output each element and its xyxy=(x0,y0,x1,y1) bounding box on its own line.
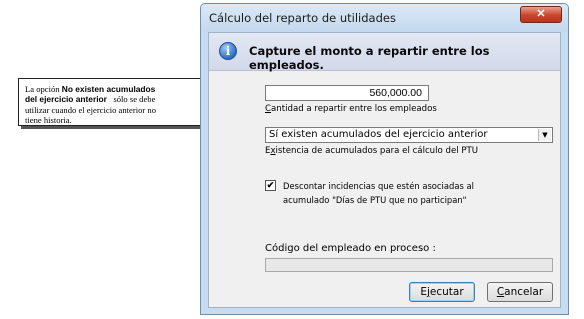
note-line-1: La opción No existen acumulados xyxy=(25,84,194,94)
note-text: La opción xyxy=(25,84,62,94)
note-bold-text: del ejercicio anterior xyxy=(25,94,107,105)
existence-label: Existencia de acumulados para el cálculo… xyxy=(265,146,478,156)
process-label: Código del empleado en proceso : xyxy=(265,243,436,254)
note-line-4: tiene historia. xyxy=(25,114,72,125)
button-text: ancelar xyxy=(504,286,544,298)
label-text: antidad a repartir entre los empleados xyxy=(271,104,437,114)
header-text: Capture el monto a repartir entre los em… xyxy=(249,44,490,72)
title-bar[interactable]: Cálculo del reparto de utilidades ✕ xyxy=(201,4,568,32)
checkbox-label-line: acumulado "Días de PTU que no participan… xyxy=(283,195,467,205)
note-line-3: utilizar cuando el ejercicio anterior no xyxy=(25,104,156,115)
amount-input[interactable]: 560,000.00 xyxy=(265,85,429,101)
amount-label: Cantidad a repartir entre los empleados xyxy=(265,104,437,114)
close-icon: ✕ xyxy=(536,8,546,20)
close-button[interactable]: ✕ xyxy=(520,6,562,23)
dialog-body: i Capture el monto a repartir entre los … xyxy=(208,32,561,308)
label-text: istencia de acumulados para el cálculo d… xyxy=(275,146,479,156)
checkbox-label-line: Descontar incidencias que estén asociada… xyxy=(283,181,474,191)
discount-checkbox[interactable]: ✔ xyxy=(265,180,276,191)
button-text: ecutar xyxy=(429,286,464,298)
note-text: sólo se debe xyxy=(106,94,156,105)
process-field xyxy=(265,258,553,272)
callout-note: La opción No existen acumulados del ejer… xyxy=(18,78,201,126)
dialog-window: Cálculo del reparto de utilidades ✕ i Ca… xyxy=(200,3,569,315)
info-icon: i xyxy=(219,42,237,60)
check-icon: ✔ xyxy=(266,180,275,190)
discount-checkbox-label[interactable]: Descontar incidencias que estén asociada… xyxy=(283,179,503,207)
note-line-2: del ejercicio anterior sólo se debe xyxy=(25,94,194,104)
cancel-button[interactable]: Cancelar xyxy=(487,282,553,302)
note-bold-text: No existen acumulados xyxy=(61,84,156,94)
dialog-header: i Capture el monto a repartir entre los … xyxy=(209,33,560,72)
chevron-down-icon[interactable]: ▼ xyxy=(538,129,551,141)
run-button[interactable]: Ejecutar xyxy=(409,282,475,302)
window-title: Cálculo del reparto de utilidades xyxy=(209,11,396,25)
existence-selected-value: Sí existen acumulados del ejercicio ante… xyxy=(269,129,488,140)
button-text: E xyxy=(420,286,427,298)
existence-select[interactable]: Sí existen acumulados del ejercicio ante… xyxy=(265,127,553,143)
